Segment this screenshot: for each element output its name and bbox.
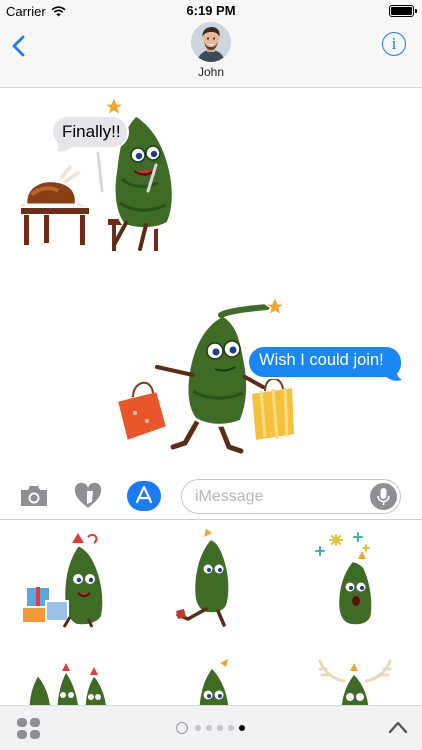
app-store-icon[interactable] (127, 481, 161, 516)
page-dot-active[interactable] (239, 725, 245, 731)
clock: 6:19 PM (186, 3, 236, 18)
message-placeholder: iMessage (195, 488, 264, 505)
page-dot[interactable] (228, 725, 234, 731)
sticker-drawer (0, 521, 422, 705)
sticker-tree-walking[interactable] (168, 527, 254, 627)
received-bubble-text: Finally!! (62, 122, 121, 141)
avatar[interactable] (191, 22, 231, 62)
microphone-icon[interactable] (370, 483, 397, 510)
message-input[interactable]: iMessage (181, 479, 401, 514)
sticker-tree-with-gifts[interactable] (18, 529, 108, 629)
app-grid-icon[interactable] (17, 718, 41, 740)
message-input-bar: iMessage (0, 470, 422, 520)
received-bubble: Finally!! (50, 114, 130, 154)
sticker-trees-group[interactable] (18, 661, 118, 705)
page-dot[interactable] (217, 725, 223, 731)
sent-bubble-text: Wish I could join! (259, 351, 384, 369)
page-dot[interactable] (195, 725, 201, 731)
page-indicator[interactable] (176, 722, 256, 734)
chevron-up-icon[interactable] (388, 720, 408, 734)
chevron-left-icon (12, 35, 25, 57)
digital-touch-icon[interactable] (73, 482, 103, 515)
sticker-tree-with-antlers[interactable] (308, 655, 398, 705)
camera-icon[interactable] (19, 484, 49, 513)
page-dot[interactable] (206, 725, 212, 731)
sticker-tree-with-fireworks[interactable] (308, 531, 398, 631)
contact-name[interactable]: John (0, 65, 422, 79)
conversation-transcript: Finally!! Wish I could join! (0, 89, 422, 465)
app-drawer-toolbar (0, 705, 422, 750)
battery-icon (389, 5, 417, 17)
info-icon[interactable]: i (382, 32, 406, 56)
status-bar: Carrier 6:19 PM (0, 0, 422, 22)
back-button[interactable] (10, 34, 30, 58)
sent-bubble: Wish I could join! (246, 344, 407, 383)
conversation-header: John i (0, 22, 422, 88)
sticker-tree-peeking[interactable] (180, 655, 250, 705)
recents-clock-icon[interactable] (176, 722, 188, 734)
